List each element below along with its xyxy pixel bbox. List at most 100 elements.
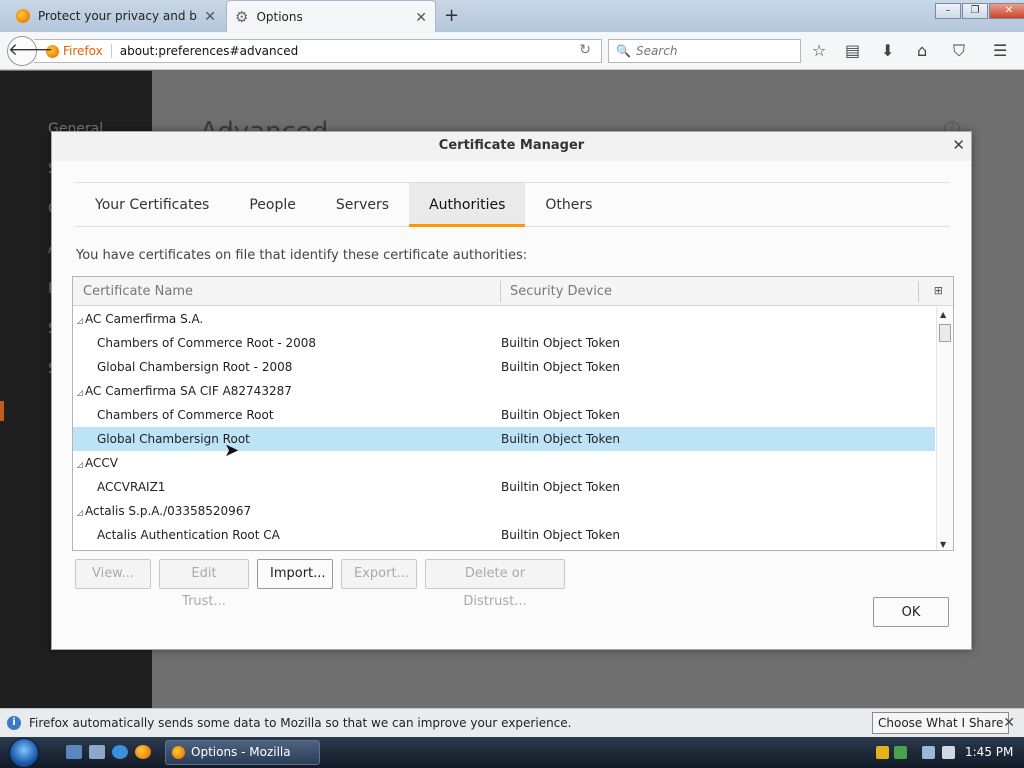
close-icon[interactable]: ✕ bbox=[204, 9, 216, 25]
certificate-tabs: Your Certificates People Servers Authori… bbox=[75, 182, 950, 227]
close-icon[interactable]: ✕ bbox=[415, 10, 427, 26]
dialog-close-icon[interactable]: ✕ bbox=[952, 136, 965, 154]
tab-options[interactable]: ⚙ Options ✕ bbox=[226, 0, 436, 32]
shield-icon[interactable] bbox=[876, 746, 889, 759]
back-button[interactable]: 🡐 bbox=[7, 36, 54, 66]
tree-group-row[interactable]: ◿ AC Camerfirma S.A. bbox=[73, 307, 935, 331]
scroll-up-icon[interactable]: ▲ bbox=[940, 310, 946, 319]
url-bar[interactable]: Firefox about:preferences#advanced ↻ bbox=[34, 39, 602, 63]
certificate-manager-dialog: Certificate Manager ✕ Your Certificates … bbox=[51, 131, 972, 650]
tree-group-row[interactable]: ◿ ACCV bbox=[73, 451, 935, 475]
tab-label: Protect your privacy and br... bbox=[38, 9, 198, 23]
nav-bar: Firefox about:preferences#advanced ↻ 🡐 🔍… bbox=[0, 32, 1024, 70]
taskbar: Options - Mozilla Fir... 1:45 PM bbox=[0, 737, 1024, 768]
table-row-selected[interactable]: Global Chambersign Root Builtin Object To… bbox=[73, 427, 935, 451]
column-separator[interactable] bbox=[500, 281, 501, 302]
search-icon: 🔍 bbox=[616, 44, 631, 58]
row-device: Builtin Object Token bbox=[501, 432, 621, 446]
firefox-quicklaunch-icon[interactable] bbox=[135, 745, 151, 759]
row-name: ACCVRAIZ1 bbox=[97, 480, 166, 494]
dialog-body: Your Certificates People Servers Authori… bbox=[52, 161, 971, 649]
clock[interactable]: 1:45 PM bbox=[965, 745, 1013, 759]
home-icon[interactable]: ⌂ bbox=[917, 41, 927, 60]
search-input[interactable] bbox=[635, 44, 796, 58]
delete-or-distrust-button[interactable]: Delete or Distrust... bbox=[425, 559, 565, 609]
row-name: Chambers of Commerce Root bbox=[97, 408, 274, 422]
edit-trust-button[interactable]: Edit Trust... bbox=[159, 559, 249, 609]
twisty-expanded-icon[interactable]: ◿ bbox=[77, 381, 85, 405]
tab-others[interactable]: Others bbox=[525, 183, 612, 227]
tab-your-certificates[interactable]: Your Certificates bbox=[75, 183, 229, 227]
choose-what-i-share-button[interactable]: Choose What I Share bbox=[872, 712, 1010, 734]
tab-strip: Protect your privacy and br... ✕ ⚙ Optio… bbox=[0, 0, 1024, 32]
table-row[interactable]: Chambers of Commerce Root Builtin Object … bbox=[73, 403, 935, 427]
tab-privacy[interactable]: Protect your privacy and br... ✕ bbox=[8, 0, 224, 32]
row-name: ◿ AC Camerfirma SA CIF A82743287 bbox=[77, 379, 292, 405]
row-device: Builtin Object Token bbox=[501, 360, 621, 374]
bookmark-star-icon[interactable]: ☆ bbox=[812, 41, 826, 60]
view-button[interactable]: View... bbox=[75, 559, 151, 589]
twisty-expanded-icon[interactable]: ◿ bbox=[77, 309, 85, 333]
scroll-down-icon[interactable]: ▼ bbox=[940, 540, 946, 549]
window-close-button[interactable]: ✕ bbox=[989, 3, 1024, 19]
row-device: Builtin Object Token bbox=[501, 480, 621, 494]
ok-button[interactable]: OK bbox=[873, 597, 949, 627]
firefox-icon bbox=[172, 746, 185, 759]
table-row[interactable]: Global Chambersign Root - 2008 Builtin Ob… bbox=[73, 355, 935, 379]
info-icon: i bbox=[7, 716, 21, 730]
column-certificate-name[interactable]: Certificate Name bbox=[83, 284, 193, 299]
show-desktop-icon[interactable] bbox=[66, 745, 82, 759]
row-name: ◿ AC Camerfirma S.A. bbox=[77, 307, 203, 333]
certificate-tree[interactable]: Certificate Name Security Device ⊞ ◿ AC C… bbox=[72, 276, 954, 551]
table-row[interactable]: Chambers of Commerce Root - 2008 Builtin … bbox=[73, 331, 935, 355]
firefox-icon bbox=[16, 9, 30, 23]
row-name: Chambers of Commerce Root - 2008 bbox=[97, 336, 317, 350]
column-picker-icon[interactable]: ⊞ bbox=[934, 284, 943, 297]
reading-list-icon[interactable]: ▤ bbox=[845, 41, 860, 60]
table-row[interactable]: Actalis Authentication Root CA Builtin Ob… bbox=[73, 523, 935, 547]
tab-servers[interactable]: Servers bbox=[316, 183, 409, 227]
column-separator[interactable] bbox=[918, 281, 919, 302]
tree-group-row[interactable]: ◿ AC Camerfirma SA CIF A82743287 bbox=[73, 379, 935, 403]
export-button[interactable]: Export... bbox=[341, 559, 417, 589]
start-button[interactable] bbox=[9, 738, 39, 768]
url-separator bbox=[110, 44, 112, 58]
search-bar[interactable]: 🔍 bbox=[608, 39, 801, 63]
column-security-device[interactable]: Security Device bbox=[510, 284, 612, 299]
taskbar-window-label: Options - Mozilla Fir... bbox=[191, 745, 291, 759]
volume-icon[interactable] bbox=[942, 746, 955, 759]
minimize-button[interactable]: – bbox=[935, 3, 961, 19]
back-arrow-icon: 🡐 bbox=[8, 40, 54, 60]
notification-close-icon[interactable]: ✕ bbox=[1003, 715, 1015, 731]
tree-header: Certificate Name Security Device ⊞ bbox=[73, 277, 953, 306]
network-icon[interactable] bbox=[922, 746, 935, 759]
menu-icon[interactable]: ☰ bbox=[993, 41, 1007, 60]
explorer-icon[interactable] bbox=[89, 745, 105, 759]
pocket-icon[interactable]: ⛉ bbox=[953, 41, 965, 61]
new-tab-button[interactable]: + bbox=[444, 5, 459, 26]
row-name: Actalis Authentication Root CA bbox=[97, 528, 280, 542]
twisty-expanded-icon[interactable]: ◿ bbox=[77, 501, 85, 525]
tab-people[interactable]: People bbox=[229, 183, 316, 227]
url-text[interactable]: about:preferences#advanced bbox=[120, 44, 299, 58]
row-name: ◿ Actalis S.p.A./03358520967 bbox=[77, 499, 251, 525]
security-center-icon[interactable] bbox=[894, 746, 907, 759]
tree-scrollbar[interactable]: ▲ ▼ bbox=[936, 307, 953, 550]
row-device: Builtin Object Token bbox=[501, 528, 621, 542]
reload-icon[interactable]: ↻ bbox=[579, 42, 591, 58]
maximize-button[interactable]: ❐ bbox=[962, 3, 988, 19]
tree-rows: ◿ AC Camerfirma S.A. Chambers of Commerce… bbox=[73, 307, 935, 547]
dialog-title: Certificate Manager bbox=[438, 138, 585, 153]
tab-authorities[interactable]: Authorities bbox=[409, 183, 526, 227]
notification-text: Firefox automatically sends some data to… bbox=[29, 716, 572, 730]
import-button[interactable]: Import... bbox=[257, 559, 333, 589]
taskbar-window-button[interactable]: Options - Mozilla Fir... bbox=[165, 740, 320, 765]
download-icon[interactable]: ⬇ bbox=[881, 41, 894, 60]
scroll-thumb[interactable] bbox=[939, 324, 951, 342]
tree-group-row[interactable]: ◿ Actalis S.p.A./03358520967 bbox=[73, 499, 935, 523]
twisty-expanded-icon[interactable]: ◿ bbox=[77, 453, 85, 477]
row-device: Builtin Object Token bbox=[501, 408, 621, 422]
window-controls: – ❐ ✕ bbox=[934, 3, 1024, 19]
ie-icon[interactable] bbox=[112, 745, 128, 759]
table-row[interactable]: ACCVRAIZ1 Builtin Object Token bbox=[73, 475, 935, 499]
